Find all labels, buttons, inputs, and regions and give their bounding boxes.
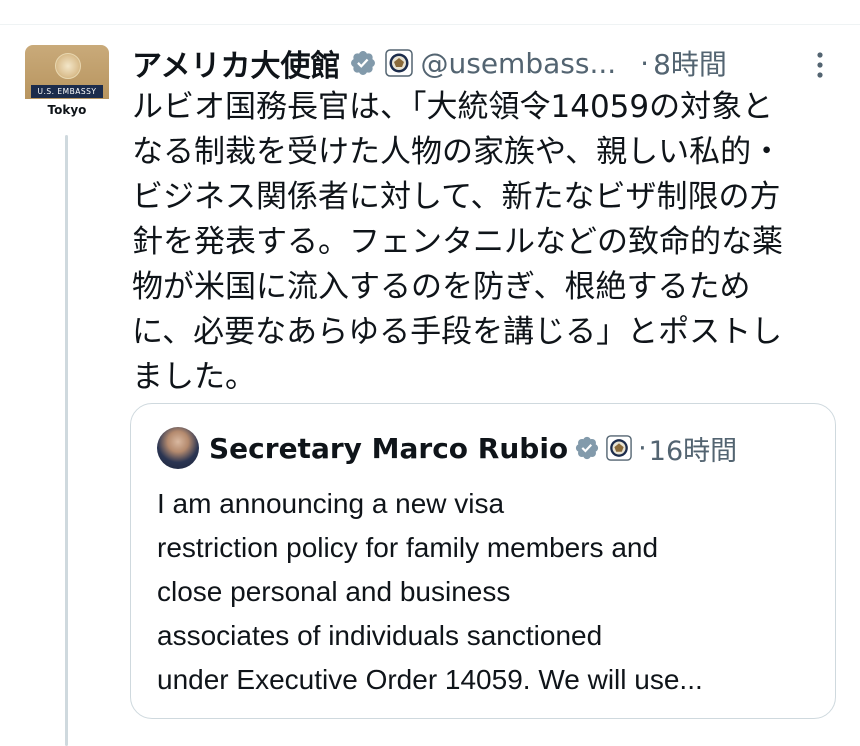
quoted-post-time[interactable]: 16時間 — [649, 429, 737, 468]
quoted-post-header: Secretary Marco Rubio · 16時間 — [157, 426, 737, 470]
author-display-name[interactable]: アメリカ大使館 — [132, 41, 341, 85]
quoted-author-name[interactable]: Secretary Marco Rubio — [209, 432, 568, 465]
thread-line — [65, 135, 68, 746]
post-body-text: ルビオ国務長官は、「大統領令14059の対象と なる制裁を受けた人物の家族や、親… — [132, 89, 783, 395]
post[interactable]: U.S. EMBASSY Tokyo アメリカ大使館 @usembass... … — [0, 25, 860, 746]
more-vertical-icon[interactable] — [812, 49, 828, 81]
quoted-author-avatar[interactable] — [157, 427, 199, 469]
time-separator: · — [640, 46, 650, 80]
embassy-seal-icon — [55, 53, 81, 79]
avatar-city-text: Tokyo — [47, 103, 87, 117]
avatar-band-text: U.S. EMBASSY — [31, 85, 103, 98]
state-department-seal-icon[interactable] — [384, 49, 413, 77]
author-handle[interactable]: @usembass... — [421, 47, 617, 80]
quoted-post-text: I am announcing a new visa restriction p… — [157, 488, 703, 695]
author-avatar[interactable]: U.S. EMBASSY Tokyo — [25, 45, 109, 129]
post-header: アメリカ大使館 @usembass... · 8時間 — [132, 41, 832, 85]
quoted-time-separator: · — [638, 432, 647, 464]
verified-badge-icon[interactable] — [574, 435, 600, 461]
state-department-seal-icon[interactable] — [606, 435, 632, 461]
verified-badge-icon[interactable] — [349, 49, 377, 77]
post-time[interactable]: 8時間 — [653, 43, 727, 83]
quoted-post-card[interactable]: Secretary Marco Rubio · 16時間 I am announ… — [130, 403, 836, 719]
